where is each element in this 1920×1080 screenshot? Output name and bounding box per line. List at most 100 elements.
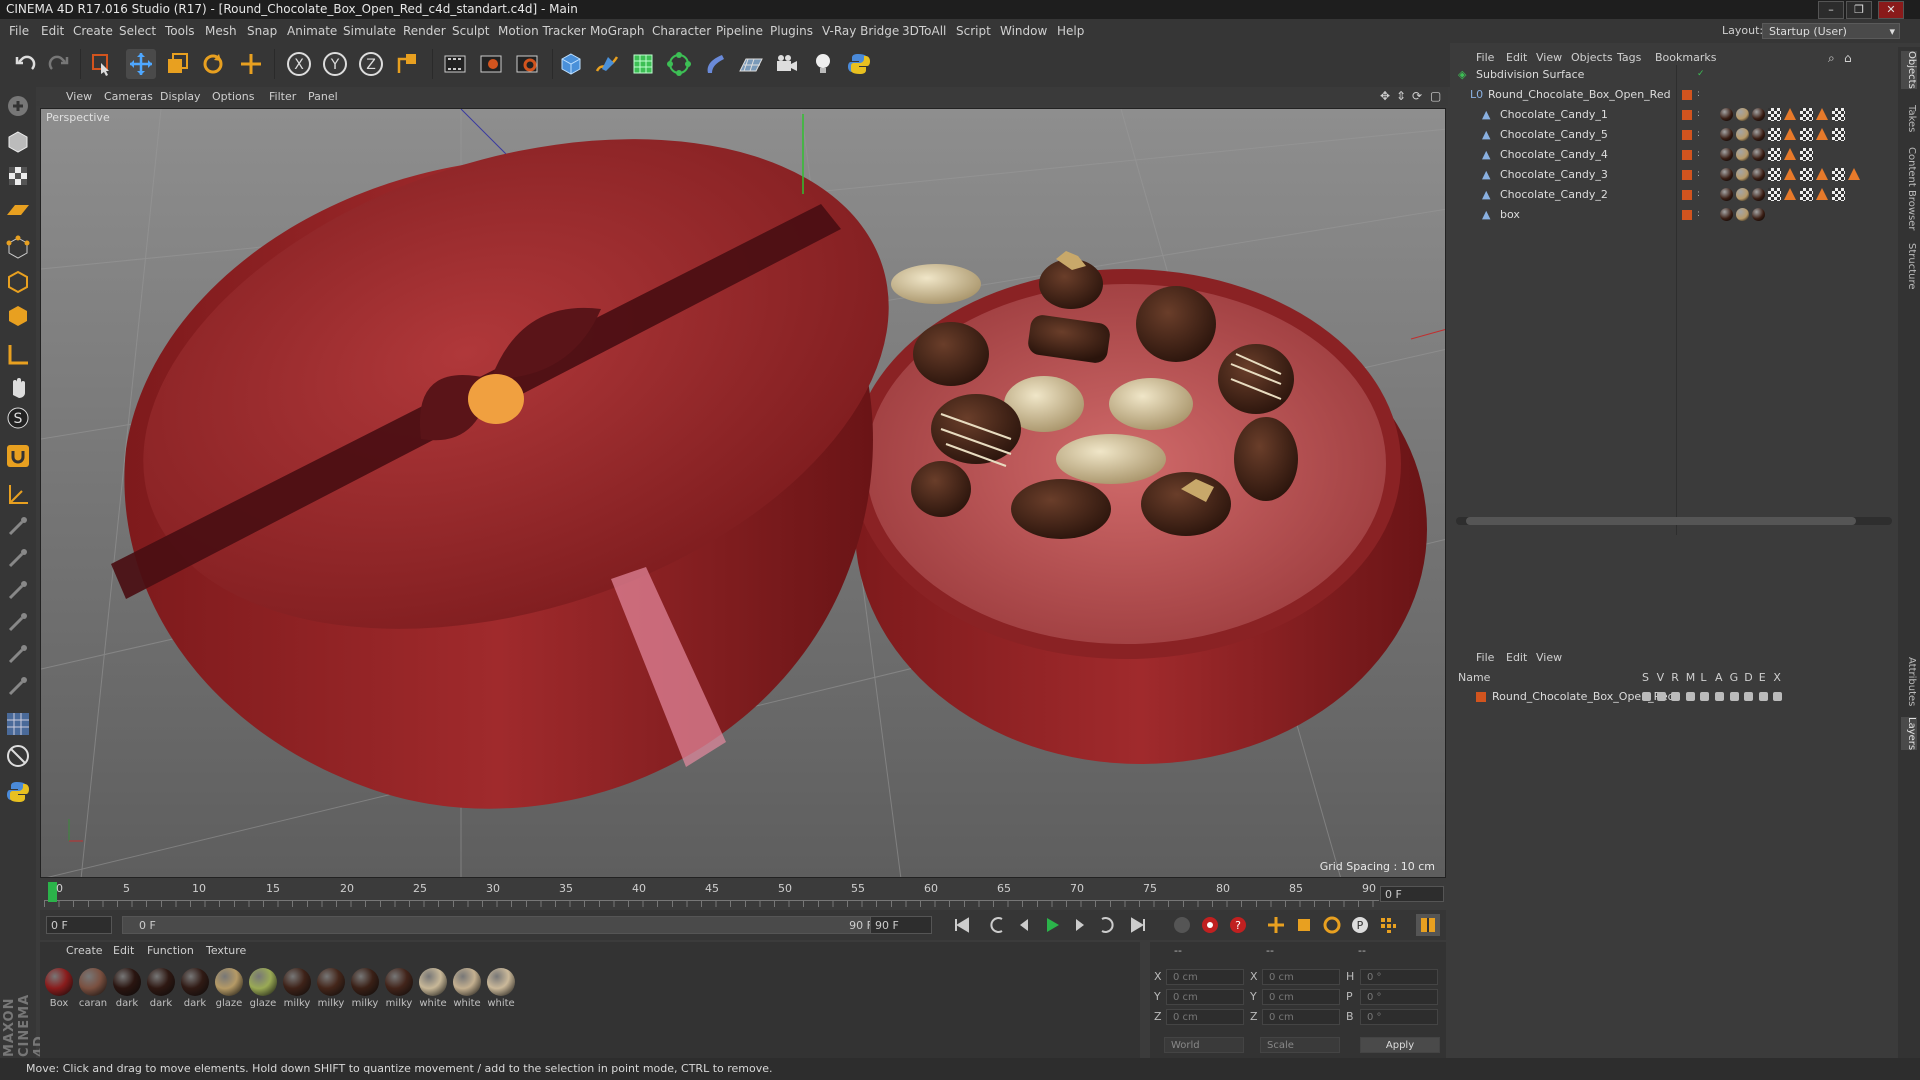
vp-menu-view[interactable]: View bbox=[66, 87, 92, 106]
layer-flag-icon[interactable] bbox=[1758, 692, 1768, 701]
layer-column-m[interactable]: M bbox=[1686, 671, 1696, 684]
next-key-icon[interactable] bbox=[1094, 914, 1118, 936]
coord-rot-p-field[interactable]: 0 ° bbox=[1360, 989, 1438, 1005]
om-menu-bookmarks[interactable]: Bookmarks bbox=[1655, 51, 1716, 64]
z-axis-icon[interactable]: Z bbox=[356, 49, 386, 79]
material-tag-icon[interactable] bbox=[1752, 148, 1765, 161]
selection-tag-icon[interactable] bbox=[1784, 128, 1796, 140]
lock-grid-icon[interactable] bbox=[3, 709, 33, 739]
layer-column-d[interactable]: D bbox=[1744, 671, 1752, 684]
menu-create[interactable]: Create bbox=[73, 19, 113, 43]
previous-frame-icon[interactable] bbox=[1012, 914, 1036, 936]
layer-color-swatch[interactable] bbox=[1476, 692, 1486, 702]
key-pla-icon[interactable] bbox=[1376, 914, 1400, 936]
lm-menu-edit[interactable]: Edit bbox=[1506, 651, 1527, 664]
mat-menu-texture[interactable]: Texture bbox=[206, 944, 246, 957]
brush-5-icon[interactable] bbox=[3, 639, 33, 669]
workplane-icon[interactable] bbox=[3, 195, 33, 225]
lm-menu-file[interactable]: File bbox=[1476, 651, 1494, 664]
brush-3-icon[interactable] bbox=[3, 575, 33, 605]
object-row[interactable]: ▲ Chocolate_Candy_4: bbox=[1450, 145, 1898, 164]
material-tag-icon[interactable] bbox=[1720, 108, 1733, 121]
uvw-tag-icon[interactable] bbox=[1768, 128, 1781, 141]
layer-column-e[interactable]: E bbox=[1759, 671, 1766, 684]
y-axis-icon[interactable]: Y bbox=[320, 49, 350, 79]
layer-column-l[interactable]: L bbox=[1700, 671, 1706, 684]
uvw-tag-icon[interactable] bbox=[1832, 108, 1845, 121]
visibility-dots-icon[interactable]: : bbox=[1697, 205, 1700, 224]
render-settings-icon[interactable] bbox=[512, 49, 542, 79]
tab-content-browser[interactable]: Content Browser bbox=[1901, 147, 1917, 230]
render-view-icon[interactable] bbox=[440, 49, 470, 79]
layer-flag-icon[interactable] bbox=[1773, 692, 1783, 701]
layer-color-swatch[interactable] bbox=[1682, 170, 1692, 180]
zoom-view-icon[interactable]: ⇕ bbox=[1396, 87, 1406, 106]
selection-tag-icon[interactable] bbox=[1848, 168, 1860, 180]
object-row[interactable]: ▲ box: bbox=[1450, 205, 1898, 224]
layer-flag-icon[interactable] bbox=[1671, 692, 1681, 701]
material-tag-icon[interactable] bbox=[1752, 108, 1765, 121]
uvw-tag-icon[interactable] bbox=[1800, 128, 1813, 141]
material-item[interactable]: white bbox=[418, 968, 448, 1009]
brush-4-icon[interactable] bbox=[3, 607, 33, 637]
uvw-tag-icon[interactable] bbox=[1832, 128, 1845, 141]
material-item[interactable]: glaze bbox=[214, 968, 244, 1009]
layer-column-s[interactable]: S bbox=[1642, 671, 1649, 684]
vp-menu-cameras[interactable]: Cameras bbox=[104, 87, 153, 106]
visibility-dots-icon[interactable]: : bbox=[1697, 125, 1700, 144]
object-manager-scrollbar[interactable] bbox=[1456, 517, 1892, 525]
selection-tag-icon[interactable] bbox=[1784, 168, 1796, 180]
material-item[interactable]: caran bbox=[78, 968, 108, 1009]
rotate-icon[interactable] bbox=[198, 49, 228, 79]
enable-axis-icon[interactable] bbox=[3, 339, 33, 369]
object-row[interactable]: ▲ Chocolate_Candy_3: bbox=[1450, 165, 1898, 184]
texture-mode-icon[interactable] bbox=[3, 161, 33, 191]
undo-icon[interactable] bbox=[10, 49, 40, 79]
menu-vray-bridge[interactable]: V-Ray Bridge bbox=[822, 19, 899, 43]
live-selection-icon[interactable] bbox=[86, 49, 116, 79]
material-tag-icon[interactable] bbox=[1752, 188, 1765, 201]
cube-icon[interactable] bbox=[556, 49, 586, 79]
redo-icon[interactable] bbox=[44, 49, 74, 79]
tweak-icon[interactable] bbox=[3, 371, 33, 401]
current-frame-field[interactable]: 0 F bbox=[46, 916, 112, 934]
material-item[interactable]: milky bbox=[316, 968, 346, 1009]
uvw-tag-icon[interactable] bbox=[1768, 148, 1781, 161]
menu-mograph[interactable]: MoGraph bbox=[590, 19, 645, 43]
material-item[interactable]: white bbox=[452, 968, 482, 1009]
menu-animate[interactable]: Animate bbox=[287, 19, 337, 43]
record-off-icon[interactable] bbox=[1170, 914, 1194, 936]
layer-flag-icon[interactable] bbox=[1700, 692, 1710, 701]
coord-pos-y-field[interactable]: 0 cm bbox=[1166, 989, 1244, 1005]
python-script-icon[interactable] bbox=[3, 777, 33, 807]
model-mode-icon[interactable] bbox=[3, 127, 33, 157]
home-icon[interactable]: ⌂ bbox=[1844, 51, 1852, 65]
move-view-icon[interactable]: ✥ bbox=[1380, 87, 1390, 106]
layer-flag-icon[interactable] bbox=[1729, 692, 1739, 701]
timeline-end-frame[interactable]: 0 F bbox=[1380, 886, 1444, 902]
uvw-tag-icon[interactable] bbox=[1800, 188, 1813, 201]
material-item[interactable]: white bbox=[486, 968, 516, 1009]
material-tag-icon[interactable] bbox=[1720, 128, 1733, 141]
brush-1-icon[interactable] bbox=[3, 511, 33, 541]
coordinate-tool-icon[interactable] bbox=[3, 741, 33, 771]
coord-mode-world-dropdown[interactable]: World bbox=[1164, 1037, 1244, 1053]
menu-tools[interactable]: Tools bbox=[165, 19, 195, 43]
layer-color-swatch[interactable] bbox=[1682, 130, 1692, 140]
light-icon[interactable] bbox=[808, 49, 838, 79]
selection-tag-icon[interactable] bbox=[1816, 108, 1828, 120]
material-tag-icon[interactable] bbox=[1720, 168, 1733, 181]
menu-sculpt[interactable]: Sculpt bbox=[452, 19, 489, 43]
minimize-button[interactable]: – bbox=[1818, 1, 1844, 19]
visibility-dots-icon[interactable]: : bbox=[1697, 85, 1700, 104]
material-tag-icon[interactable] bbox=[1720, 188, 1733, 201]
coord-mode-scale-dropdown[interactable]: Scale bbox=[1260, 1037, 1340, 1053]
visibility-dots-icon[interactable]: : bbox=[1697, 165, 1700, 184]
max-frame-field[interactable]: 90 F bbox=[870, 916, 932, 934]
material-item[interactable]: milky bbox=[282, 968, 312, 1009]
material-item[interactable]: milky bbox=[384, 968, 414, 1009]
menu-3dtoall[interactable]: 3DToAll bbox=[902, 19, 946, 43]
timeline-ruler[interactable]: 0 5 10 15 20 25 30 35 40 45 50 55 60 65 … bbox=[44, 880, 1444, 907]
rotate-view-icon[interactable]: ⟳ bbox=[1412, 87, 1422, 106]
maximize-button[interactable]: ❐ bbox=[1846, 1, 1872, 19]
